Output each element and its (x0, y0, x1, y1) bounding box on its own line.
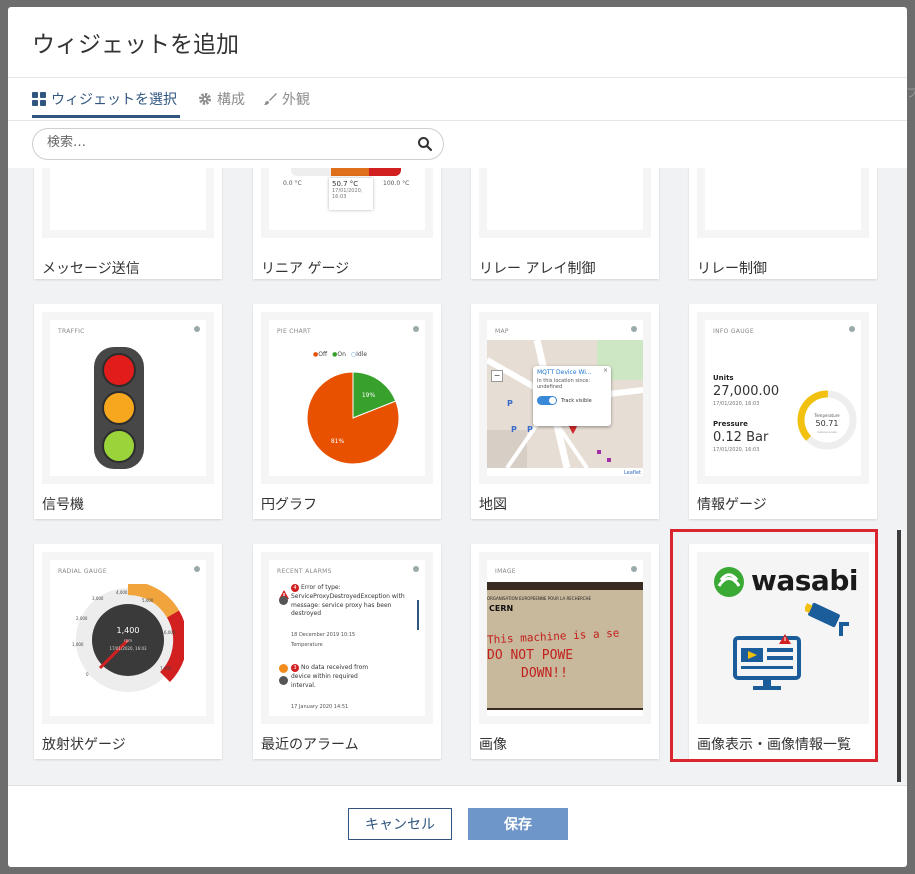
tab-appearance[interactable]: 外観 (263, 77, 310, 121)
gauge-min: 0.0 °C (283, 180, 302, 187)
search-icon[interactable] (417, 136, 433, 152)
widget-card-relay-array[interactable]: リレー アレイ制御 (471, 168, 659, 279)
dialog-title: ウィジェットを追加 (32, 32, 239, 58)
widget-label: 放射状ゲージ (42, 737, 126, 753)
check-icon (279, 676, 288, 685)
track-visible-toggle[interactable] (537, 396, 557, 405)
save-button[interactable]: 保存 (468, 808, 568, 840)
gear-icon (413, 566, 419, 572)
widget-label: 最近のアラーム (261, 737, 359, 753)
widget-preview: INFO GAUGE Units 27,000.00 17/01/2020, 1… (697, 312, 869, 484)
gear-icon (849, 326, 855, 332)
widget-card-send-message[interactable]: メッセージ送信 (34, 168, 222, 279)
widget-preview: RADIAL GAUGE 3,000 4,000 5,000 2,000 1,0… (42, 552, 214, 724)
tab-label: ウィジェットを選択 (51, 92, 177, 108)
preview-title: RADIAL GAUGE (58, 568, 107, 575)
check-icon (279, 596, 288, 605)
legend-item: ●Off (313, 351, 328, 358)
legend-item: ○Idle (350, 351, 368, 358)
tab-label: 構成 (217, 92, 245, 108)
widgets-grid-icon (32, 92, 46, 106)
brush-icon (264, 93, 277, 105)
widget-card-linear-gauge[interactable]: 0.0 °C 50.7 °C 17/01/2020, 16:03 100.0 °… (253, 168, 441, 279)
map-zoom-out-button[interactable]: − (491, 370, 503, 382)
gear-icon (631, 566, 637, 572)
widget-label: リレー アレイ制御 (479, 261, 596, 277)
svg-text:P: P (527, 425, 533, 434)
widget-preview (479, 168, 651, 238)
scroll-indicator (417, 600, 419, 630)
widget-preview: MAP P P P − MQTT Device Wi... In this lo… (479, 312, 651, 484)
pie-slice-label: 19% (362, 392, 376, 399)
pie-legend: ●Off ●On ○Idle (313, 351, 367, 358)
gauge-max: 100.0 °C (383, 180, 410, 187)
widget-card-pie-chart[interactable]: PIE CHART ●Off ●On ○Idle 19% 81% 円グラフ (253, 304, 441, 519)
active-tab-indicator (32, 115, 180, 118)
widget-card-traffic-light[interactable]: TRAFFIC 信号機 (34, 304, 222, 519)
widget-preview: 0.0 °C 50.7 °C 17/01/2020, 16:03 100.0 °… (261, 168, 433, 238)
preview-title: PIE CHART (277, 328, 311, 335)
preview-title: TRAFFIC (58, 328, 85, 335)
widget-card-info-gauge[interactable]: INFO GAUGE Units 27,000.00 17/01/2020, 1… (689, 304, 877, 519)
gear-icon (194, 326, 200, 332)
truncated-edge: フ (906, 86, 915, 100)
alarm-text: Error of type: (301, 584, 341, 591)
preview-title: IMAGE (495, 568, 516, 575)
sample-photo: ORGANISATION EUROPEENNE POUR LA RECHERCH… (487, 582, 643, 710)
widget-label: 地図 (479, 497, 507, 513)
traffic-light-icon (94, 347, 144, 469)
footer-divider (8, 785, 907, 786)
widget-label: リニア ゲージ (261, 261, 350, 277)
map-attribution[interactable]: Leaflet (623, 470, 641, 476)
widget-label: 情報ゲージ (697, 497, 767, 513)
map-popup: MQTT Device Wi... In this location since… (533, 366, 611, 426)
widget-card-radial-gauge[interactable]: RADIAL GAUGE 3,000 4,000 5,000 2,000 1,0… (34, 544, 222, 759)
widget-card-relay-control[interactable]: リレー制御 (689, 168, 877, 279)
close-icon[interactable]: × (603, 367, 608, 374)
preview-title: RECENT ALARMS (277, 568, 332, 575)
preview-title: INFO GAUGE (713, 328, 754, 335)
gauge-bar (291, 168, 401, 176)
widget-label: リレー制御 (697, 261, 767, 277)
widget-preview: PIE CHART ●Off ●On ○Idle 19% 81% (261, 312, 433, 484)
tab-configuration[interactable]: 構成 (198, 77, 245, 121)
gear-icon (631, 326, 637, 332)
preview-title: MAP (495, 328, 509, 335)
gauge-tooltip: 50.7 °C 17/01/2020, 16:03 (329, 178, 373, 210)
scrollbar[interactable] (897, 530, 901, 782)
widget-preview: IMAGE ORGANISATION EUROPEENNE POUR LA RE… (479, 552, 651, 724)
widget-card-recent-alarms[interactable]: RECENT ALARMS 4 Error of type: ServicePr… (253, 544, 441, 759)
cancel-button[interactable]: キャンセル (348, 808, 452, 840)
pie-chart: 19% 81% (306, 371, 400, 465)
widget-label: 円グラフ (261, 497, 317, 513)
widget-label: 画像 (479, 737, 507, 753)
warning-icon (279, 664, 288, 673)
widget-card-map[interactable]: MAP P P P − MQTT Device Wi... In this lo… (471, 304, 659, 519)
widget-preview: RECENT ALARMS 4 Error of type: ServicePr… (261, 552, 433, 724)
gear-icon (199, 93, 211, 105)
legend-item: ●On (332, 351, 346, 358)
svg-text:P: P (511, 425, 517, 434)
gear-icon (413, 326, 419, 332)
selection-highlight (670, 529, 878, 762)
widget-label: メッセージ送信 (42, 261, 140, 277)
search-box (32, 128, 444, 160)
pie-slice-label: 81% (331, 438, 345, 445)
widget-label: 信号機 (42, 497, 84, 513)
widget-preview: TRAFFIC (42, 312, 214, 484)
svg-text:P: P (507, 399, 513, 408)
widget-preview (42, 168, 214, 238)
tab-label: 外観 (282, 92, 310, 108)
search-input[interactable] (47, 135, 407, 150)
widget-card-image[interactable]: IMAGE ORGANISATION EUROPEENNE POUR LA RE… (471, 544, 659, 759)
widget-preview (697, 168, 869, 238)
warning-icon (279, 584, 289, 599)
gear-icon (194, 566, 200, 572)
